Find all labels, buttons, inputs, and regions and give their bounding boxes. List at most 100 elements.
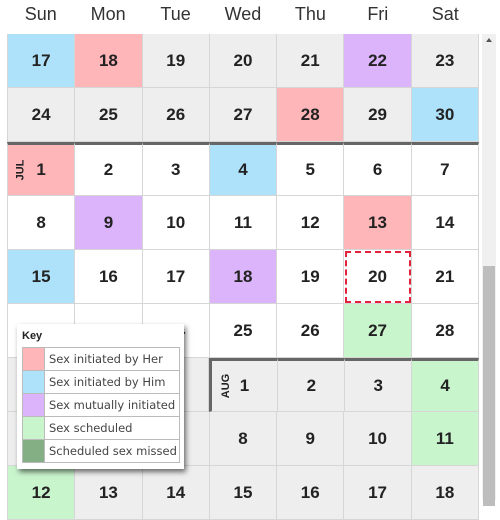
day-cell[interactable]: 27 xyxy=(209,88,278,142)
day-cell[interactable]: 26 xyxy=(142,88,210,142)
day-number: 3 xyxy=(373,376,383,395)
day-number: 7 xyxy=(440,160,450,179)
day-number: 9 xyxy=(103,212,114,232)
weekday-mon: Mon xyxy=(90,4,126,24)
legend-label: Sex mutually initiated xyxy=(44,393,180,417)
day-cell[interactable]: JUL 1 xyxy=(7,142,76,196)
day-cell[interactable]: 18 xyxy=(75,34,143,88)
day-cell[interactable]: 22 xyxy=(344,34,412,88)
day-cell[interactable]: 10 xyxy=(142,196,210,250)
day-number: 12 xyxy=(300,212,320,232)
day-number: 8 xyxy=(36,212,46,232)
day-number: 17 xyxy=(166,266,186,286)
day-cell[interactable]: 19 xyxy=(277,250,345,304)
day-cell[interactable]: 14 xyxy=(142,466,210,520)
day-number: 24 xyxy=(31,104,51,124)
day-number: 11 xyxy=(233,212,252,232)
day-cell[interactable]: 24 xyxy=(7,88,76,142)
day-cell[interactable]: 2 xyxy=(278,358,346,412)
legend-item: Scheduled sex missed xyxy=(22,439,180,463)
day-cell[interactable]: 16 xyxy=(277,466,345,520)
day-cell[interactable]: 7 xyxy=(411,142,479,196)
day-cell[interactable]: 15 xyxy=(209,466,278,520)
day-number: 29 xyxy=(368,104,387,124)
scrollbar-thumb[interactable] xyxy=(483,266,495,506)
day-cell[interactable]: 18 xyxy=(411,466,479,520)
day-cell[interactable]: 25 xyxy=(209,304,278,358)
day-cell[interactable]: 9 xyxy=(75,196,143,250)
day-number: 2 xyxy=(306,376,317,395)
day-cell[interactable]: 14 xyxy=(411,196,479,250)
day-cell[interactable]: 4 xyxy=(412,358,480,412)
day-cell[interactable]: 20 xyxy=(344,250,412,304)
day-cell[interactable]: 6 xyxy=(344,142,412,196)
month-label: JUL xyxy=(14,159,27,181)
day-cell[interactable]: 21 xyxy=(277,34,345,88)
day-number: 21 xyxy=(300,50,320,70)
calendar-week-row: 12 13 14 15 16 17 18 xyxy=(7,466,479,520)
day-number: 3 xyxy=(170,160,181,179)
day-number: 10 xyxy=(166,212,186,232)
day-cell[interactable]: 19 xyxy=(142,34,210,88)
day-cell[interactable]: 26 xyxy=(277,304,345,358)
day-cell[interactable]: 8 xyxy=(209,412,278,466)
day-cell[interactable]: 2 xyxy=(75,142,143,196)
legend-title: Key xyxy=(22,330,43,342)
day-cell[interactable]: 4 xyxy=(209,142,278,196)
day-number: 16 xyxy=(98,266,118,286)
day-cell[interactable]: 28 xyxy=(411,304,479,358)
calendar-week-row: JUL 1 2 3 4 5 6 7 xyxy=(7,142,479,196)
day-number: 2 xyxy=(103,160,114,179)
day-cell[interactable]: 9 xyxy=(277,412,345,466)
day-number: 8 xyxy=(238,428,248,448)
calendar-week-row: 8 9 10 11 12 13 14 xyxy=(7,196,479,250)
legend-swatch xyxy=(22,439,45,463)
day-number: 21 xyxy=(435,266,455,286)
day-number: 5 xyxy=(305,160,315,179)
day-cell[interactable]: 5 xyxy=(277,142,345,196)
day-cell[interactable]: 17 xyxy=(344,466,412,520)
legend-label: Scheduled sex missed xyxy=(44,439,180,463)
day-number: 20 xyxy=(233,50,253,70)
month-label: AUG xyxy=(219,373,232,399)
day-number: 20 xyxy=(368,266,387,286)
legend-swatch xyxy=(22,370,45,394)
day-cell[interactable]: 8 xyxy=(7,196,76,250)
day-cell[interactable]: 20 xyxy=(209,34,278,88)
day-cell[interactable]: 16 xyxy=(75,250,143,304)
day-cell[interactable]: 13 xyxy=(75,466,143,520)
day-cell[interactable]: 3 xyxy=(142,142,210,196)
day-cell[interactable]: 28 xyxy=(277,88,345,142)
day-cell[interactable]: 3 xyxy=(345,358,413,412)
weekday-sat: Sat xyxy=(431,4,459,24)
day-cell[interactable]: 13 xyxy=(344,196,412,250)
day-cell[interactable]: 27 xyxy=(344,304,412,358)
day-cell[interactable]: 17 xyxy=(142,250,210,304)
weekday-fri: Fri xyxy=(367,4,389,24)
day-cell[interactable]: 10 xyxy=(344,412,412,466)
day-cell[interactable]: 25 xyxy=(75,88,143,142)
day-cell[interactable]: 23 xyxy=(411,34,479,88)
legend-label: Sex scheduled xyxy=(44,416,180,440)
legend-item: Sex initiated by Her xyxy=(22,347,180,371)
weekday-thu: Thu xyxy=(294,4,326,24)
day-cell[interactable]: 12 xyxy=(277,196,345,250)
legend-label: Sex initiated by Him xyxy=(44,370,180,394)
day-cell[interactable]: 17 xyxy=(7,34,76,88)
day-cell[interactable]: 12 xyxy=(7,466,76,520)
day-cell[interactable]: 11 xyxy=(209,196,278,250)
day-number: 28 xyxy=(300,104,320,124)
day-number: 9 xyxy=(305,428,315,448)
day-number: 15 xyxy=(31,266,51,286)
day-cell[interactable]: 21 xyxy=(411,250,479,304)
day-cell[interactable]: 29 xyxy=(344,88,412,142)
day-cell[interactable]: 18 xyxy=(209,250,278,304)
day-cell[interactable]: AUG 1 xyxy=(208,358,279,412)
day-cell[interactable]: 11 xyxy=(411,412,479,466)
day-cell[interactable]: 15 xyxy=(7,250,76,304)
day-cell[interactable]: 30 xyxy=(411,88,479,142)
day-number: 6 xyxy=(372,160,383,179)
day-number: 4 xyxy=(238,160,248,179)
scrollbar[interactable] xyxy=(482,34,496,506)
scroll-up-arrow-icon[interactable] xyxy=(486,38,492,42)
